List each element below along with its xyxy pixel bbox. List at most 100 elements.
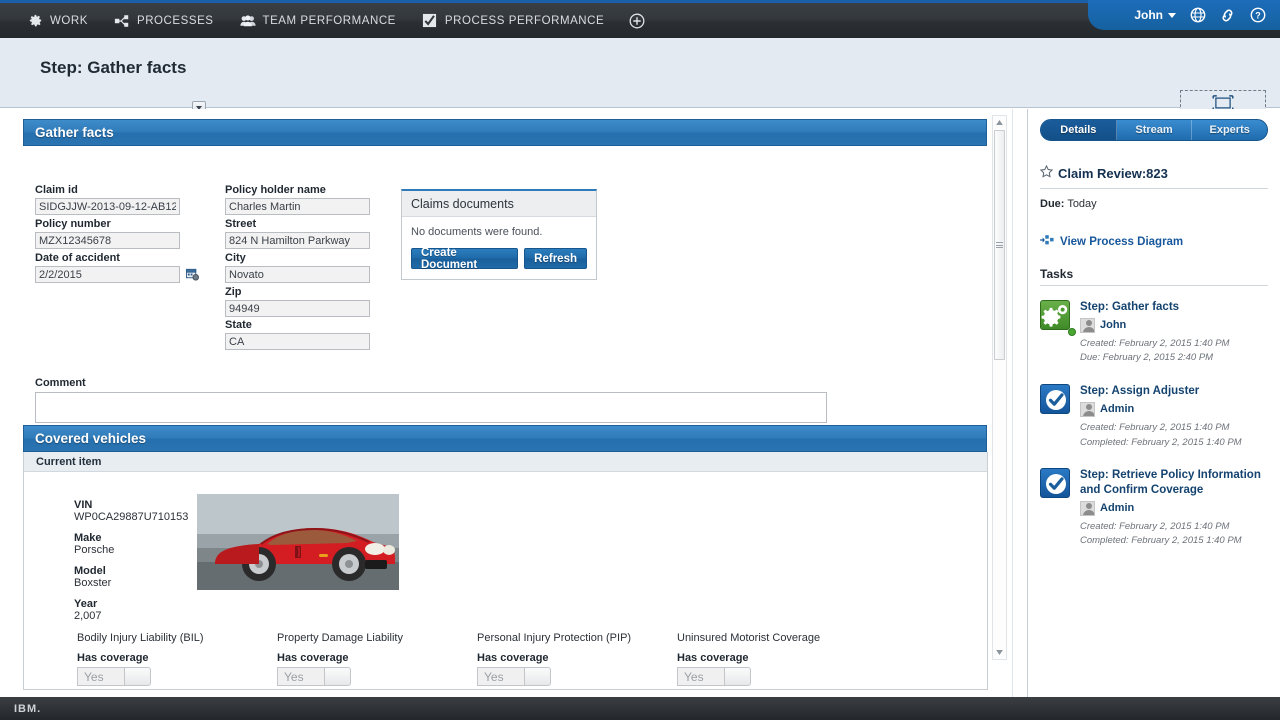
side-panel-tabs: Details Stream Experts — [1040, 119, 1268, 141]
task-assignee: Admin — [1080, 500, 1268, 516]
panel-divider — [1012, 109, 1026, 697]
nav-item-processes[interactable]: PROCESSES — [101, 3, 227, 38]
view-process-diagram-link[interactable]: View Process Diagram — [1040, 234, 1268, 249]
field-street: Street — [225, 218, 370, 249]
policy-number-label: Policy number — [35, 218, 111, 230]
task-item: Step: Retrieve Policy Information and Co… — [1040, 468, 1268, 549]
zip-input[interactable] — [225, 300, 370, 317]
zip-label: Zip — [225, 286, 242, 298]
task-item: Step: Assign Adjuster Admin Created: Feb… — [1040, 384, 1268, 450]
date-of-accident-input[interactable] — [35, 266, 180, 283]
nav-item-processes-label: PROCESSES — [136, 14, 214, 27]
help-icon[interactable]: ? — [1249, 7, 1266, 24]
avatar — [1080, 317, 1095, 333]
vertical-scrollbar[interactable] — [992, 115, 1007, 660]
gear-icon — [27, 13, 43, 29]
nav-item-work[interactable]: WORK — [14, 3, 101, 38]
vin-label: VIN — [74, 499, 93, 511]
tab-experts[interactable]: Experts — [1192, 120, 1267, 140]
task-title[interactable]: Step: Assign Adjuster — [1080, 384, 1268, 399]
nav-item-work-label: WORK — [50, 14, 88, 27]
nav-item-process-performance[interactable]: PROCESS PERFORMANCE — [409, 3, 617, 38]
view-process-diagram-label: View Process Diagram — [1060, 235, 1184, 248]
coverage-value: Yes — [77, 667, 124, 686]
current-item-label: Current item — [24, 452, 987, 472]
process-diagram-icon — [1040, 234, 1054, 249]
calendar-icon[interactable] — [186, 268, 200, 281]
top-nav-items: WORK PROCESSES TEAM PERFORMANCE PROCESS … — [0, 3, 657, 38]
task-assignee-name: John — [1100, 319, 1127, 332]
nav-item-process-performance-label: PROCESS PERFORMANCE — [444, 14, 605, 27]
tab-details[interactable]: Details — [1041, 120, 1117, 140]
coverage-select[interactable]: Yes — [677, 667, 820, 686]
coverage-sub-label: Has coverage — [677, 652, 749, 664]
link-icon[interactable] — [1219, 7, 1236, 24]
add-nav-button[interactable] — [617, 3, 657, 38]
create-document-button[interactable]: Create Document — [411, 247, 519, 271]
chevron-down-icon — [1168, 12, 1176, 18]
task-assignee: Admin — [1080, 401, 1268, 417]
coverage-select[interactable]: Yes — [477, 667, 631, 686]
covered-vehicle-body: VIN WP0CA29887U710153 Make Porsche Model… — [24, 472, 987, 689]
task-assignee-name: Admin — [1100, 502, 1135, 515]
gather-facts-section-header: Gather facts — [23, 119, 987, 146]
comment-textarea[interactable] — [35, 392, 827, 423]
dropdown-button[interactable] — [524, 667, 551, 686]
task-due: Due: February 2, 2015 2:40 PM — [1080, 352, 1214, 364]
gather-facts-form: Claim id Policy number Date of accident — [23, 146, 988, 423]
covered-vehicles-panel: Current item VIN WP0CA29887U710153 Make … — [23, 452, 988, 690]
policy-number-input[interactable] — [35, 232, 180, 249]
process-nodes-icon — [114, 13, 130, 29]
comment-label: Comment — [35, 377, 86, 389]
policy-holder-name-input[interactable] — [225, 198, 370, 215]
scroll-up-arrow[interactable] — [993, 116, 1006, 129]
coverage-item: Uninsured Motorist Coverage Has coverage… — [677, 632, 820, 686]
task-title[interactable]: Step: Gather facts — [1080, 300, 1268, 315]
task-created: Created: February 2, 2015 1:40 PM — [1080, 337, 1230, 349]
globe-icon[interactable] — [1189, 7, 1206, 24]
claims-documents-title: Claims documents — [402, 191, 596, 217]
tab-stream[interactable]: Stream — [1117, 120, 1193, 140]
field-policy-number: Policy number — [35, 218, 180, 249]
coverage-item: Bodily Injury Liability (BIL) Has covera… — [77, 632, 204, 686]
city-input[interactable] — [225, 266, 370, 283]
step-header-bar: Step: Gather facts EXPAND COACH — [0, 38, 1280, 126]
model-label: Model — [74, 565, 106, 577]
coverage-select[interactable]: Yes — [277, 667, 403, 686]
coverage-title: Property Damage Liability — [277, 632, 403, 644]
coverage-title: Uninsured Motorist Coverage — [677, 632, 821, 644]
star-icon[interactable] — [1039, 164, 1054, 181]
checkbox-chart-icon — [422, 13, 438, 29]
city-label: City — [225, 252, 246, 264]
dropdown-button[interactable] — [324, 667, 351, 686]
coverage-sub-label: Has coverage — [77, 652, 149, 664]
coverage-sub-label: Has coverage — [477, 652, 549, 664]
street-input[interactable] — [225, 232, 370, 249]
application-window: WORK PROCESSES TEAM PERFORMANCE PROCESS … — [0, 0, 1280, 720]
scroll-down-arrow[interactable] — [993, 646, 1006, 659]
make-label: Make — [74, 532, 102, 544]
scrollbar-thumb[interactable] — [994, 130, 1005, 360]
field-city: City — [225, 252, 370, 283]
coverage-value: Yes — [677, 667, 724, 686]
task-title[interactable]: Step: Retrieve Policy Information and Co… — [1080, 468, 1268, 497]
make-value: Porsche — [74, 544, 115, 556]
refresh-button[interactable]: Refresh — [524, 248, 587, 269]
field-date-of-accident: Date of accident — [35, 252, 200, 283]
claim-id-input[interactable] — [35, 198, 180, 215]
coverage-select[interactable]: Yes — [77, 667, 204, 686]
user-name-label: John — [1134, 8, 1163, 22]
nav-item-team-performance-label: TEAM PERFORMANCE — [262, 14, 396, 27]
task-body: Step: Retrieve Policy Information and Co… — [1080, 468, 1268, 549]
people-icon — [239, 13, 256, 29]
coverage-item: Property Damage Liability Has coverage Y… — [277, 632, 403, 686]
task-assignee-name: Admin — [1100, 403, 1135, 416]
plus-circle-icon — [629, 13, 645, 29]
dropdown-button[interactable] — [124, 667, 151, 686]
gears-icon — [1040, 300, 1076, 336]
user-menu-button[interactable]: John — [1134, 8, 1176, 22]
nav-item-team-performance[interactable]: TEAM PERFORMANCE — [227, 3, 409, 38]
dropdown-button[interactable] — [724, 667, 751, 686]
state-input[interactable] — [225, 333, 370, 350]
claims-documents-actions: Create Document Refresh — [411, 247, 587, 271]
